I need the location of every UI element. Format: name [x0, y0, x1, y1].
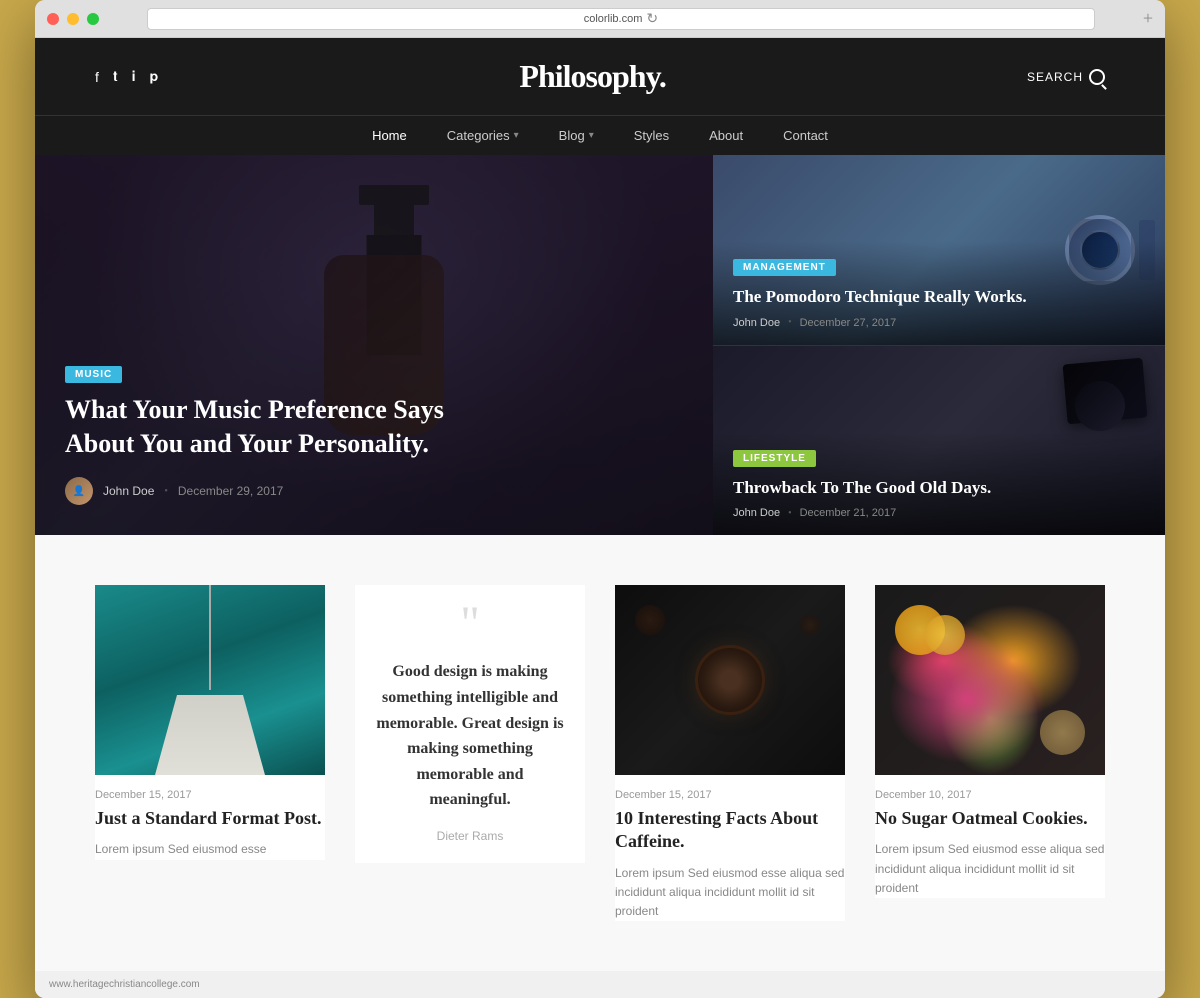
nav-styles[interactable]: Styles	[634, 128, 669, 143]
maximize-button[interactable]	[87, 13, 99, 25]
card2-author: John Doe	[733, 507, 780, 519]
hero-card-management[interactable]: MANAGEMENT The Pomodoro Technique Really…	[713, 155, 1165, 345]
card2-title: Throwback To The Good Old Days.	[733, 477, 1145, 499]
quote-author: Dieter Rams	[437, 829, 504, 843]
post-date-1: December 15, 2017	[95, 789, 325, 801]
hero-main-post[interactable]: MUSIC What Your Music Preference Says Ab…	[35, 155, 713, 535]
coffee-cup	[695, 645, 765, 715]
quote-mark: "	[460, 605, 480, 643]
post-date-3: December 15, 2017	[615, 789, 845, 801]
chevron-down-icon: ▾	[589, 130, 594, 141]
twitter-icon[interactable]: 𝐭	[113, 68, 118, 85]
post-excerpt-4: Lorem ipsum Sed eiusmod esse aliqua sed …	[875, 840, 1105, 898]
card1-meta: John Doe • December 27, 2017	[733, 317, 1145, 329]
hero-content: MUSIC What Your Music Preference Says Ab…	[65, 364, 445, 505]
quote-card: " Good design is making something intell…	[355, 585, 585, 863]
footer-url: www.heritagechristiancollege.com	[49, 979, 200, 990]
nav-blog[interactable]: Blog ▾	[559, 128, 594, 143]
post-card-body-3: December 15, 2017 10 Interesting Facts A…	[615, 775, 845, 921]
music-badge[interactable]: MUSIC	[65, 366, 122, 383]
card2-date: December 21, 2017	[800, 507, 897, 519]
site-footer: www.heritagechristiancollege.com	[35, 971, 1165, 998]
facebook-icon[interactable]: f	[95, 69, 99, 85]
post-card-lamp[interactable]: December 15, 2017 Just a Standard Format…	[95, 585, 325, 860]
post-excerpt-3: Lorem ipsum Sed eiusmod esse aliqua sed …	[615, 864, 845, 922]
site-header: f 𝐭 𝐢 𝐩 Philosophy. SEARCH	[35, 38, 1165, 115]
url-text: colorlib.com	[584, 13, 643, 25]
site-logo[interactable]: Philosophy.	[519, 58, 665, 95]
hero-sidebar: MANAGEMENT The Pomodoro Technique Really…	[713, 155, 1165, 535]
post-title-4: No Sugar Oatmeal Cookies.	[875, 807, 1105, 830]
browser-window: colorlib.com ↻ + f 𝐭 𝐢 𝐩 Philosophy. SEA…	[35, 0, 1165, 998]
post-image-coffee	[615, 585, 845, 775]
hero-card-lifestyle[interactable]: LIFESTYLE Throwback To The Good Old Days…	[713, 346, 1165, 536]
coffee-drop-1	[635, 605, 665, 635]
nav-contact[interactable]: Contact	[783, 128, 828, 143]
refresh-icon[interactable]: ↻	[646, 10, 658, 27]
post-date-4: December 10, 2017	[875, 789, 1105, 801]
instagram-icon[interactable]: 𝐢	[132, 68, 136, 85]
card2-content: LIFESTYLE Throwback To The Good Old Days…	[713, 432, 1165, 535]
new-tab-button[interactable]: +	[1143, 8, 1153, 29]
flower-yellow-2	[925, 615, 965, 655]
hero-dot: •	[164, 486, 168, 497]
post-card-cookies[interactable]: December 10, 2017 No Sugar Oatmeal Cooki…	[875, 585, 1105, 898]
post-card-body-4: December 10, 2017 No Sugar Oatmeal Cooki…	[875, 775, 1105, 898]
lamp-shape	[155, 695, 265, 775]
hero-meta: 👤 John Doe • December 29, 2017	[65, 477, 445, 505]
minimize-button[interactable]	[67, 13, 79, 25]
post-card-coffee[interactable]: December 15, 2017 10 Interesting Facts A…	[615, 585, 845, 921]
hero-author: John Doe	[103, 484, 154, 498]
management-badge[interactable]: MANAGEMENT	[733, 259, 836, 276]
card1-content: MANAGEMENT The Pomodoro Technique Really…	[713, 241, 1165, 344]
site-nav: Home Categories ▾ Blog ▾ Styles About Co…	[35, 115, 1165, 155]
post-image-lamp	[95, 585, 325, 775]
post-title-1: Just a Standard Format Post.	[95, 807, 325, 830]
post-card-body-1: December 15, 2017 Just a Standard Format…	[95, 775, 325, 860]
close-button[interactable]	[47, 13, 59, 25]
hero-avatar: 👤	[65, 477, 93, 505]
quote-text: Good design is making something intellig…	[375, 659, 565, 813]
coffee-drop-2	[800, 615, 820, 635]
card1-author: John Doe	[733, 317, 780, 329]
address-bar[interactable]: colorlib.com ↻	[147, 8, 1095, 30]
card2-meta: John Doe • December 21, 2017	[733, 507, 1145, 519]
dark-circle	[1075, 381, 1125, 431]
website-content: f 𝐭 𝐢 𝐩 Philosophy. SEARCH Home Categori…	[35, 38, 1165, 998]
posts-grid: December 15, 2017 Just a Standard Format…	[95, 585, 1105, 921]
card1-title: The Pomodoro Technique Really Works.	[733, 286, 1145, 308]
nav-home[interactable]: Home	[372, 128, 407, 143]
pinterest-icon[interactable]: 𝐩	[150, 68, 159, 85]
search-icon[interactable]	[1089, 69, 1105, 85]
hero-section: MUSIC What Your Music Preference Says Ab…	[35, 155, 1165, 535]
post-image-flowers	[875, 585, 1105, 775]
search-label: SEARCH	[1027, 70, 1083, 84]
post-excerpt-1: Lorem ipsum Sed eiusmod esse	[95, 840, 325, 859]
post-title-3: 10 Interesting Facts About Caffeine.	[615, 807, 845, 854]
hero-main-image: MUSIC What Your Music Preference Says Ab…	[35, 155, 713, 535]
nav-about[interactable]: About	[709, 128, 743, 143]
browser-titlebar: colorlib.com ↻ +	[35, 0, 1165, 38]
lifestyle-badge[interactable]: LIFESTYLE	[733, 450, 816, 467]
nav-categories[interactable]: Categories ▾	[447, 128, 519, 143]
hero-date: December 29, 2017	[178, 484, 283, 498]
search-area[interactable]: SEARCH	[1027, 69, 1105, 85]
chevron-down-icon: ▾	[514, 130, 519, 141]
card1-date: December 27, 2017	[800, 317, 897, 329]
main-content: December 15, 2017 Just a Standard Format…	[35, 535, 1165, 971]
lamp-cord	[209, 585, 211, 690]
hero-title: What Your Music Preference Says About Yo…	[65, 393, 445, 461]
cookie-shape	[1040, 710, 1085, 755]
social-icons: f 𝐭 𝐢 𝐩	[95, 68, 158, 85]
